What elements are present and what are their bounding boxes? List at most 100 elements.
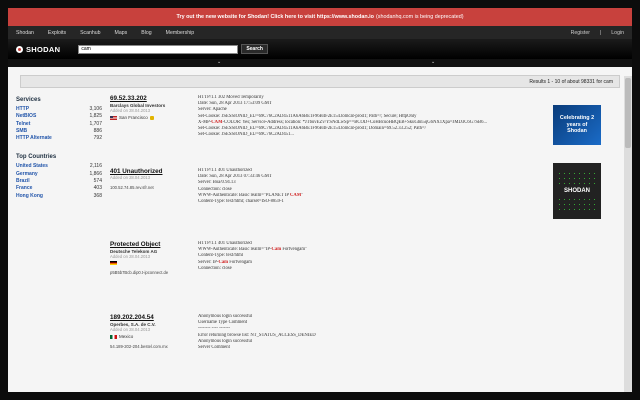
nav-item-exploits[interactable]: Exploits	[48, 30, 66, 36]
country-count: 574	[93, 178, 102, 185]
service-row[interactable]: HTTP Alternate 792	[16, 135, 102, 142]
anniversary-ad[interactable]: Celebrating 2 years of Shodan	[553, 105, 601, 145]
world-map-icon	[557, 197, 597, 211]
host-banner: HTTP/1.1 401 Unauthorized WWW-Authentica…	[198, 241, 533, 314]
host-location: San Francisco	[110, 115, 200, 120]
country-name[interactable]: France	[16, 185, 32, 192]
banner-line: Content-Type: text/html; charset=ISO-885…	[198, 199, 284, 205]
top-nav: Shodan Exploits Scanhub Maps Blog Member…	[8, 26, 632, 39]
search-button[interactable]: Search	[241, 44, 268, 54]
deprecation-banner[interactable]: Try out the new website for Shodan! Clic…	[8, 8, 632, 26]
service-name[interactable]: Telnet	[16, 121, 30, 128]
banner-line: Server Comment	[198, 345, 230, 351]
host-location	[110, 261, 200, 265]
shodan-logo[interactable]: SHODAN	[16, 45, 60, 54]
country-name[interactable]: Germany	[16, 171, 38, 178]
service-count: 792	[93, 135, 102, 142]
host-ip-link[interactable]: 189.202.204.54	[110, 314, 200, 321]
country-row[interactable]: Germany 1,866	[16, 171, 102, 178]
host-added-date: Added on 28.04.2013	[110, 254, 151, 259]
shodan-logo-icon	[16, 45, 23, 53]
ad-column: Celebrating 2 years of Shodan SHODAN	[553, 105, 601, 219]
banner-message[interactable]: Try out the new website for Shodan! Clic…	[177, 14, 374, 20]
host-added-date: Added on 28.04.2013	[110, 327, 151, 332]
country-count: 368	[93, 192, 102, 199]
country-row[interactable]: Hong Kong 368	[16, 193, 102, 200]
service-row[interactable]: SMB 886	[16, 128, 102, 135]
banner-line: Connection: close	[198, 265, 232, 271]
country-count: 403	[93, 185, 102, 192]
host-location: Mexico	[110, 334, 200, 339]
search-header: SHODAN Search	[8, 39, 632, 59]
service-row[interactable]: NetBIOS 1,825	[16, 113, 102, 120]
nav-item-shodan[interactable]: Shodan	[16, 30, 34, 36]
service-row[interactable]: HTTP 3,106	[16, 106, 102, 113]
logo-text: SHODAN	[26, 44, 61, 54]
country-row[interactable]: France 403	[16, 185, 102, 192]
countries-section: Top Countries United States 2,116 Germany…	[16, 154, 102, 199]
host-result: 69.52.33.202 Barclays Global Investors A…	[110, 95, 200, 168]
host-ip-link[interactable]: 69.52.33.202	[110, 95, 200, 102]
account-links: Register | Login	[571, 30, 624, 36]
service-name[interactable]: HTTP	[16, 106, 29, 113]
host-added-date: Added on 28.04.2013	[110, 108, 151, 113]
country-count: 2,116	[89, 163, 102, 170]
login-link[interactable]: Login	[611, 30, 624, 36]
country-count: 1,866	[89, 170, 102, 177]
mx-flag-icon	[110, 334, 117, 339]
country-name[interactable]: United States	[16, 163, 48, 170]
scrollbar-thumb[interactable]	[625, 78, 631, 148]
service-count: 886	[93, 127, 102, 134]
country-row[interactable]: United States 2,116	[16, 163, 102, 170]
nav-item-blog[interactable]: Blog	[141, 30, 151, 36]
chevron-down-icon[interactable]: ⌄	[217, 59, 221, 65]
register-link[interactable]: Register	[571, 30, 590, 36]
host-hostname: 100.52.74.85.rev.sfr.net	[110, 185, 154, 190]
country-name[interactable]: Brazil	[16, 178, 30, 185]
lock-icon	[149, 115, 154, 120]
results-summary-bar: Results 1 - 10 of about 98331 for cam	[20, 75, 620, 88]
ad-line: Shodan	[567, 128, 587, 135]
banner-sub: (shodanhq.com is being deprecated)	[375, 14, 464, 20]
country-name[interactable]: Hong Kong	[16, 193, 43, 200]
service-name[interactable]: SMB	[16, 128, 27, 135]
results-summary: Results 1 - 10 of about 98331 for cam	[529, 78, 613, 85]
de-flag-icon	[110, 261, 117, 265]
host-banner: HTTP/1.1 302 Moved Temporarily Date: Sun…	[198, 95, 533, 168]
world-map-icon	[557, 171, 597, 185]
host-city: San Francisco	[119, 115, 148, 120]
nav-item-maps[interactable]: Maps	[115, 30, 128, 36]
host-result: Protected Object Deutsche Telekom AG Add…	[110, 241, 200, 314]
country-row[interactable]: Brazil 574	[16, 178, 102, 185]
countries-title: Top Countries	[16, 154, 57, 161]
shodan-ad[interactable]: SHODAN	[553, 163, 601, 219]
services-section: Services HTTP 3,106 NetBIOS 1,825 Telnet 1,…	[16, 97, 102, 142]
services-title: Services	[16, 97, 41, 103]
search-input[interactable]	[78, 44, 239, 54]
nav-item-membership[interactable]: Membership	[166, 30, 195, 36]
nav-item-scanhub[interactable]: Scanhub	[80, 30, 100, 36]
page-scrollbar[interactable]	[624, 76, 632, 392]
host-added-date: Added on 28.04.2013	[110, 175, 151, 180]
host-title-link[interactable]: 401 Unauthorized	[110, 168, 200, 175]
service-count: 1,825	[89, 113, 102, 120]
ad2-label: SHODAN	[563, 188, 590, 194]
nav-separator: |	[599, 29, 602, 36]
host-banner: HTTP/1.1 401 Unauthorized Date: Sun, 28 …	[198, 168, 533, 241]
main-content: Services HTTP 3,106 NetBIOS 1,825 Telnet 1,…	[8, 95, 603, 392]
facet-sidebar: Services HTTP 3,106 NetBIOS 1,825 Telnet 1,…	[16, 95, 102, 212]
service-count: 1,707	[89, 120, 102, 127]
chevron-down-icon[interactable]: ⌄	[431, 59, 435, 65]
service-count: 3,106	[89, 106, 102, 112]
service-row[interactable]: Telnet 1,707	[16, 121, 102, 128]
filter-toggle-bar: ⌄ ⌄	[8, 59, 632, 67]
service-name[interactable]: HTTP Alternate	[16, 135, 52, 142]
host-result: 401 Unauthorized Added on 28.04.2013 100…	[110, 168, 200, 241]
host-banner: Anonymous login successful Username Type…	[198, 314, 533, 387]
host-title-link[interactable]: Protected Object	[110, 241, 200, 248]
host-list: 69.52.33.202 Barclays Global Investors A…	[110, 95, 200, 387]
banner-line: Set-Cookie: JSESSIONID_EU=69C76C2AD451..…	[198, 132, 294, 138]
service-name[interactable]: NetBIOS	[16, 113, 36, 120]
host-result: 189.202.204.54 Operbes, S.A. de C.V. Add…	[110, 314, 200, 387]
banner-list: HTTP/1.1 302 Moved Temporarily Date: Sun…	[198, 95, 533, 387]
